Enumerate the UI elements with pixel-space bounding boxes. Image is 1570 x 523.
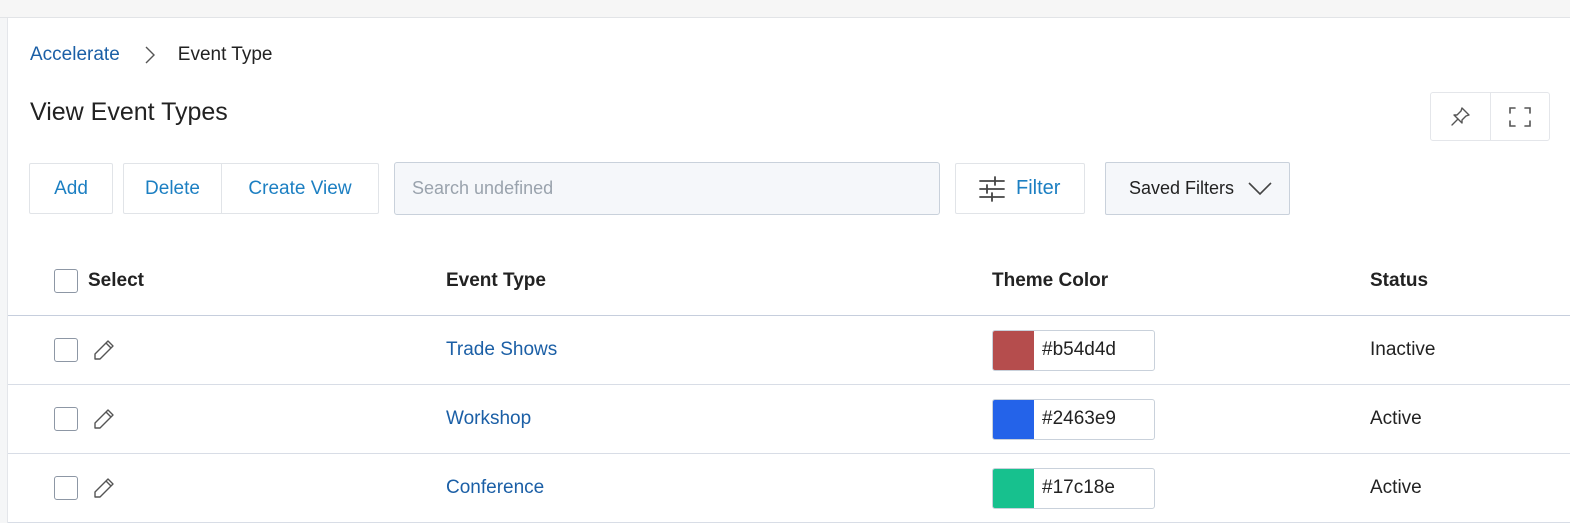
- action-button-group: Delete Create View: [123, 163, 379, 214]
- event-type-header[interactable]: Event Type: [446, 247, 546, 315]
- color-swatch[interactable]: [993, 330, 1034, 370]
- chevron-down-icon: [1248, 181, 1272, 195]
- pin-icon: [1451, 106, 1470, 126]
- sliders-icon: [979, 175, 1005, 202]
- fullscreen-icon: [1508, 106, 1531, 127]
- theme-color-cell: #2463e9: [992, 385, 1155, 453]
- breadcrumb-root-link[interactable]: Accelerate: [30, 44, 120, 66]
- row-actions: [54, 385, 116, 453]
- view-actions: [1430, 92, 1550, 141]
- event-type-cell: Trade Shows: [446, 316, 557, 384]
- search-input[interactable]: [394, 162, 940, 215]
- status-cell: Active: [1370, 454, 1422, 522]
- row-checkbox[interactable]: [54, 338, 78, 362]
- row-actions: [54, 316, 116, 384]
- saved-filters-label: Saved Filters: [1129, 178, 1235, 198]
- row-actions: [54, 454, 116, 522]
- add-button[interactable]: Add: [29, 163, 113, 214]
- fullscreen-button[interactable]: [1489, 93, 1550, 140]
- row-checkbox[interactable]: [54, 407, 78, 431]
- event-types-table: Select Event Type Theme Color Status Tra…: [8, 247, 1570, 523]
- status-cell: Active: [1370, 385, 1422, 453]
- main-panel: Accelerate Event Type View Event Types A…: [7, 18, 1570, 523]
- color-hex: #2463e9: [1042, 408, 1116, 429]
- table-row: Trade Shows #b54d4d Inactive: [8, 316, 1570, 385]
- event-type-link[interactable]: Workshop: [446, 408, 531, 430]
- color-hex: #b54d4d: [1042, 339, 1116, 360]
- select-header: Select: [54, 247, 144, 315]
- color-field[interactable]: #b54d4d: [992, 329, 1155, 371]
- create-view-button[interactable]: Create View: [222, 164, 378, 213]
- theme-color-cell: #17c18e: [992, 454, 1155, 522]
- top-strip: [0, 0, 1570, 18]
- filter-button[interactable]: Filter: [955, 163, 1085, 214]
- select-header-label: Select: [88, 270, 144, 291]
- table-row: Workshop #2463e9 Active: [8, 385, 1570, 454]
- status-cell: Inactive: [1370, 316, 1435, 384]
- select-all-checkbox[interactable]: [54, 269, 78, 293]
- event-type-link[interactable]: Conference: [446, 477, 544, 499]
- event-type-cell: Workshop: [446, 385, 531, 453]
- pencil-icon[interactable]: [92, 407, 116, 431]
- page-title: View Event Types: [30, 98, 228, 126]
- filter-label: Filter: [1016, 177, 1061, 199]
- status-text: Active: [1370, 408, 1422, 429]
- status-text: Active: [1370, 477, 1422, 498]
- color-swatch[interactable]: [993, 468, 1034, 508]
- event-type-link[interactable]: Trade Shows: [446, 339, 557, 361]
- color-swatch[interactable]: [993, 399, 1034, 439]
- color-field[interactable]: #2463e9: [992, 398, 1155, 440]
- pencil-icon[interactable]: [92, 338, 116, 362]
- breadcrumb-current: Event Type: [177, 44, 273, 65]
- status-header[interactable]: Status: [1370, 247, 1428, 315]
- color-hex: #17c18e: [1042, 477, 1115, 498]
- row-checkbox[interactable]: [54, 476, 78, 500]
- saved-filters-dropdown[interactable]: Saved Filters: [1105, 162, 1290, 215]
- theme-color-cell: #b54d4d: [992, 316, 1155, 384]
- color-field[interactable]: #17c18e: [992, 467, 1155, 509]
- pin-button[interactable]: [1431, 93, 1490, 140]
- status-text: Inactive: [1370, 339, 1436, 360]
- event-type-cell: Conference: [446, 454, 544, 522]
- theme-color-header[interactable]: Theme Color: [992, 247, 1108, 315]
- chevron-right-icon: [145, 46, 155, 64]
- breadcrumb: Accelerate Event Type: [30, 44, 273, 66]
- delete-button[interactable]: Delete: [124, 164, 222, 213]
- table-row: Conference #17c18e Active: [8, 454, 1570, 523]
- pencil-icon[interactable]: [92, 476, 116, 500]
- table-header-row: Select Event Type Theme Color Status: [8, 247, 1570, 316]
